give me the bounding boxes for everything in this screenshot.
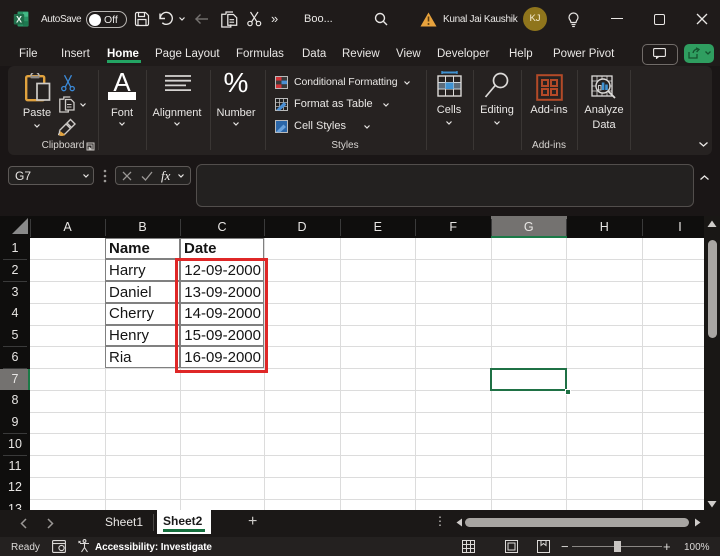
svg-text:X: X	[16, 14, 22, 24]
